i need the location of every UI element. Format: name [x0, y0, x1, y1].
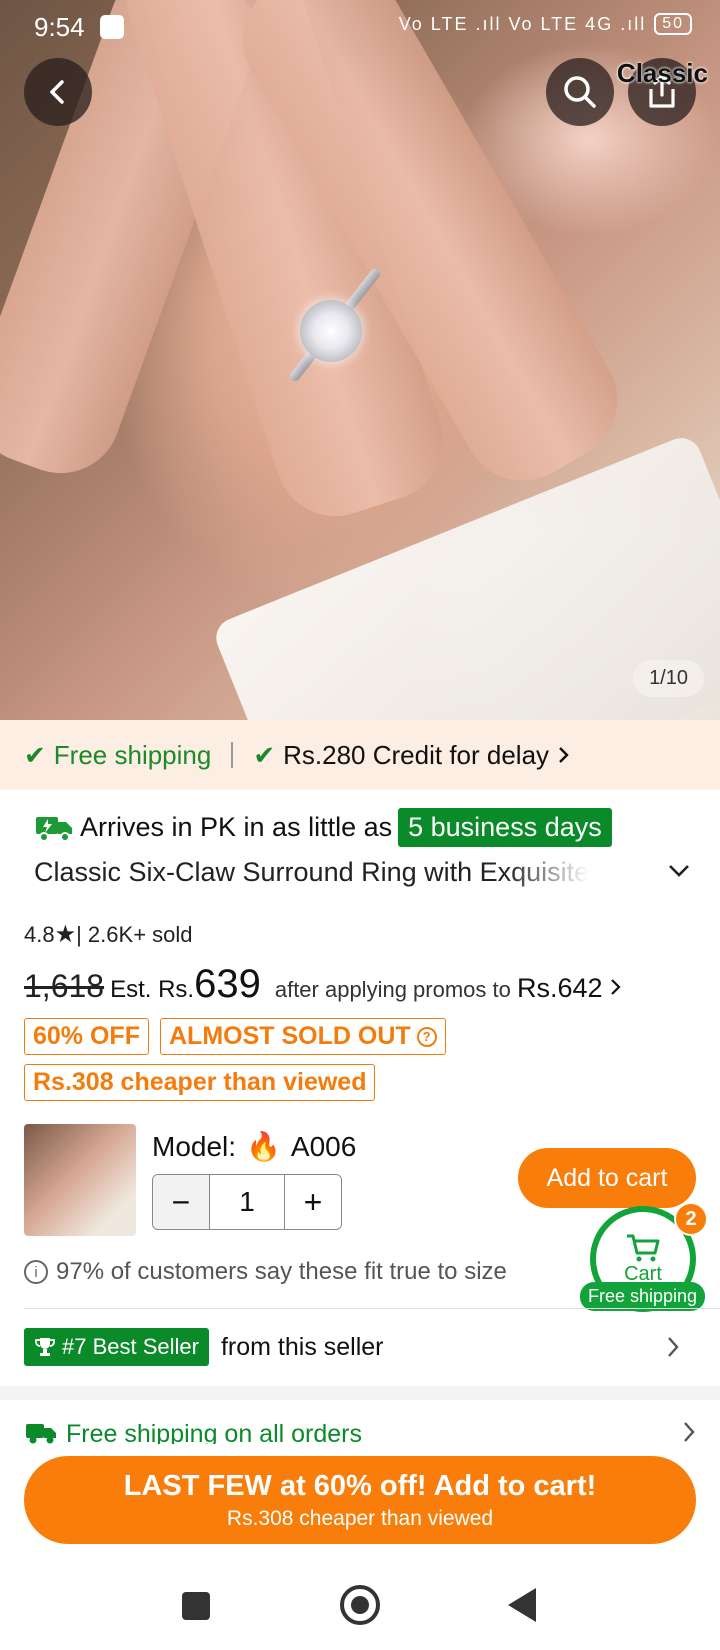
status-bar: 9:54 Vo LTE .ıll Vo LTE 4G .ıll 50: [0, 0, 720, 52]
notification-icon: [100, 15, 124, 39]
cart-free-shipping: Free shipping: [580, 1282, 706, 1311]
last-few-add-to-cart-button[interactable]: LAST FEW at 60% off! Add to cart! Rs.308…: [24, 1456, 696, 1544]
system-nav-bar: [0, 1560, 720, 1650]
cta-subtitle: Rs.308 cheaper than viewed: [226, 1506, 494, 1530]
est-price: 639: [194, 962, 261, 1006]
search-button[interactable]: [546, 58, 614, 126]
almost-sold-out-tag[interactable]: ALMOST SOLD OUT ?: [160, 1018, 446, 1055]
fit-info: i 97% of customers say these fit true to…: [24, 1258, 507, 1286]
section-gap: [0, 1386, 720, 1400]
product-title[interactable]: Classic Six-Claw Surround Ring with Exqu…: [34, 857, 704, 895]
best-seller-badge: #7 Best Seller: [24, 1328, 209, 1366]
chevron-right-icon: [668, 1337, 679, 1357]
add-to-cart-button[interactable]: Add to cart: [518, 1148, 696, 1208]
model-thumbnail[interactable]: [24, 1124, 136, 1236]
recents-button[interactable]: [182, 1592, 210, 1620]
quantity-stepper: − 1 +: [152, 1174, 342, 1230]
cta-title: LAST FEW at 60% off! Add to cart!: [123, 1469, 597, 1502]
image-pager: 1/10: [633, 660, 704, 697]
free-shipping-label: Free shipping: [53, 739, 212, 770]
arrival-days-badge: 5 business days: [398, 808, 612, 847]
increase-button[interactable]: +: [285, 1175, 341, 1229]
best-seller-label: #7 Best Seller: [62, 1334, 199, 1359]
chevron-right-icon: [559, 747, 569, 763]
signal-icon: Vo LTE .ıll Vo LTE 4G .ıll: [398, 13, 647, 34]
home-button[interactable]: [340, 1585, 380, 1625]
status-icons: Vo LTE .ıll Vo LTE 4G .ıll 50: [399, 13, 692, 35]
product-image[interactable]: [0, 0, 720, 720]
best-seller-suffix: from this seller: [220, 1332, 384, 1361]
cheaper-tag: Rs.308 cheaper than viewed: [24, 1064, 376, 1101]
original-price: 1,618: [24, 968, 105, 1004]
status-time: 9:54: [34, 12, 85, 42]
shipping-bar[interactable]: ✔ Free shipping ✔ Rs.280 Credit for dela…: [0, 720, 720, 790]
brand-logo: Classic: [616, 58, 708, 88]
product-title-text: Classic Six-Claw Surround Ring with Exqu…: [34, 857, 590, 887]
rating-value: 4.8: [24, 922, 55, 947]
chevron-right-icon: [610, 979, 621, 995]
est-label: Est. Rs.: [110, 976, 195, 1003]
cart-count-badge: 2: [674, 1202, 708, 1236]
divider: [24, 1308, 720, 1309]
cart-fab[interactable]: Cart 2 Free shipping: [580, 1202, 708, 1312]
promo-info[interactable]: after applying promos to Rs.642: [275, 973, 623, 1004]
promo-text: after applying promos to: [274, 977, 511, 1002]
fast-truck-icon: [36, 816, 72, 842]
nav-back-button[interactable]: [508, 1588, 536, 1622]
chevron-down-icon[interactable]: [666, 860, 692, 880]
quantity-value[interactable]: 1: [209, 1175, 285, 1229]
trophy-icon: [35, 1338, 55, 1356]
delay-credit[interactable]: ✔ Rs.280 Credit for delay: [253, 740, 571, 771]
info-icon: i: [24, 1260, 48, 1284]
promo-price: Rs.642: [517, 973, 603, 1003]
divider: [231, 742, 234, 768]
best-seller-row[interactable]: #7 Best Seller from this seller: [24, 1328, 704, 1366]
free-shipping-all-text: Free shipping on all orders: [66, 1420, 362, 1444]
check-icon: ✔: [24, 739, 46, 770]
cart-icon: [627, 1234, 660, 1261]
model-value: A006: [290, 1130, 357, 1162]
rating-row[interactable]: 4.8★| 2.6K+ sold: [24, 920, 193, 949]
ring-diamond: [300, 300, 362, 362]
chevron-left-icon: [50, 80, 64, 104]
discount-tag: 60% OFF: [24, 1018, 149, 1055]
check-icon: ✔: [253, 739, 276, 770]
chevron-right-icon: [684, 1422, 695, 1442]
model-row[interactable]: Model: 🔥 A006: [152, 1130, 356, 1163]
truck-icon: [26, 1424, 56, 1444]
price-row: 1,618 Est. Rs. 639 after applying promos…: [24, 962, 623, 1007]
search-icon: [564, 76, 596, 108]
back-button[interactable]: [24, 58, 92, 126]
free-shipping-info: ✔ Free shipping: [24, 740, 211, 771]
battery-icon: 50: [654, 13, 692, 35]
free-shipping-all-row[interactable]: Free shipping on all orders: [24, 1420, 704, 1444]
delay-credit-label: Rs.280 Credit for delay: [283, 739, 550, 770]
arrival-info: Arrives in PK in as little as 5 business…: [34, 808, 612, 847]
almost-sold-out-label: ALMOST SOLD OUT: [169, 1022, 411, 1050]
help-icon: ?: [416, 1026, 437, 1047]
sold-count: | 2.6K+ sold: [76, 922, 193, 947]
decrease-button[interactable]: −: [153, 1175, 209, 1229]
fit-text: 97% of customers say these fit true to s…: [56, 1258, 507, 1285]
star-icon: ★: [54, 921, 77, 948]
model-label: Model:: [152, 1130, 237, 1162]
flame-icon: 🔥: [246, 1131, 281, 1162]
arrival-text: Arrives in PK in as little as: [80, 812, 393, 842]
